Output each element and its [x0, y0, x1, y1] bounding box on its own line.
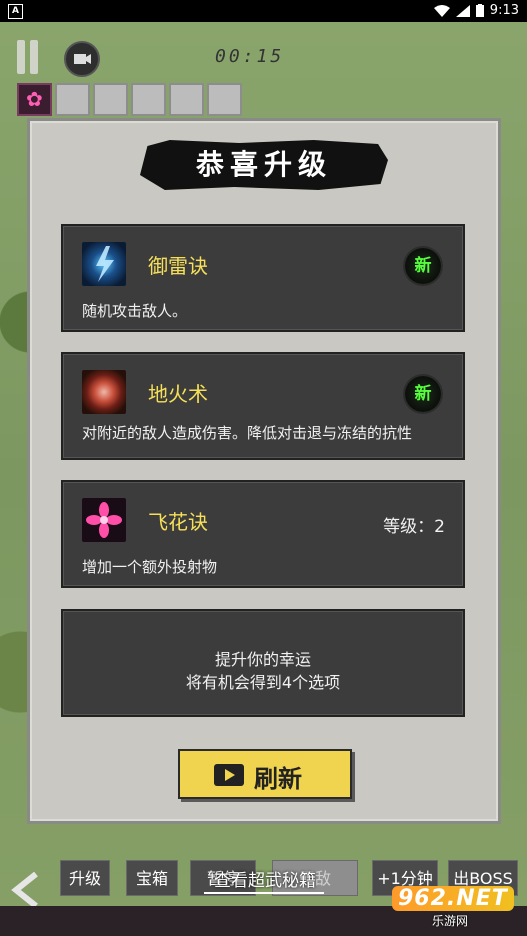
skill-option-card[interactable]: 地火术 新 对附近的敌人造成伤害。降低对击退与冻结的抗性	[61, 352, 465, 460]
skill-description: 对附近的敌人造成伤害。降低对击退与冻结的抗性	[82, 424, 413, 442]
watermark-sub: 乐游网	[432, 914, 469, 928]
skill-name: 御雷诀	[148, 254, 208, 278]
battery-icon	[475, 4, 484, 17]
notification-icon: A	[8, 4, 23, 19]
skill-slot-empty	[93, 83, 128, 116]
game-timer: 00:15	[215, 46, 285, 67]
back-arrow-icon[interactable]	[10, 872, 40, 908]
skill-option-card[interactable]: 飞花诀 等级：2 增加一个额外投射物	[61, 480, 465, 588]
cheat-level-up-button[interactable]: 升级	[60, 860, 110, 896]
skill-name: 地火术	[148, 382, 208, 406]
signal-icon	[455, 4, 470, 17]
cheat-chest-button[interactable]: 宝箱	[126, 860, 178, 896]
skill-slot-bar	[17, 83, 242, 116]
new-badge: 新	[405, 376, 441, 412]
skill-slot-empty	[207, 83, 242, 116]
refresh-label: 刷新	[254, 764, 302, 793]
skill-description: 增加一个额外投射物	[82, 558, 218, 576]
clock: 9:13	[489, 3, 519, 18]
wifi-icon	[433, 4, 450, 17]
camera-icon[interactable]	[64, 41, 100, 77]
pause-icon[interactable]	[15, 40, 41, 74]
video-ad-icon	[214, 764, 244, 786]
skill-level: 等级：2	[383, 517, 445, 537]
skill-description: 随机攻击敌人。	[82, 302, 188, 320]
flower-icon	[82, 498, 126, 542]
luck-option-card[interactable]: 提升你的幸运 将有机会得到4个选项	[61, 609, 465, 717]
watermark-logo: 962.NET	[392, 886, 514, 911]
skill-slot-empty	[131, 83, 166, 116]
skill-name: 飞花诀	[148, 510, 208, 534]
skill-slot-empty	[169, 83, 204, 116]
refresh-button[interactable]: 刷新	[178, 749, 352, 799]
thunder-icon	[82, 242, 126, 286]
skill-slot-flower	[17, 83, 52, 116]
link-underline	[204, 892, 324, 894]
site-watermark: 962.NET 乐游网	[392, 886, 520, 928]
luck-line-2: 将有机会得到4个选项	[185, 673, 341, 692]
dialog-title: 恭喜升级	[195, 148, 332, 181]
new-badge: 新	[405, 248, 441, 284]
fire-circle-icon	[82, 370, 126, 414]
status-bar: A 9:13	[0, 0, 527, 22]
skill-option-card[interactable]: 御雷诀 新 随机攻击敌人。	[61, 224, 465, 332]
cheat-guide-link[interactable]: 查看超武秘籍	[200, 866, 330, 891]
luck-line-1: 提升你的幸运	[214, 650, 311, 669]
skill-slot-empty	[55, 83, 90, 116]
